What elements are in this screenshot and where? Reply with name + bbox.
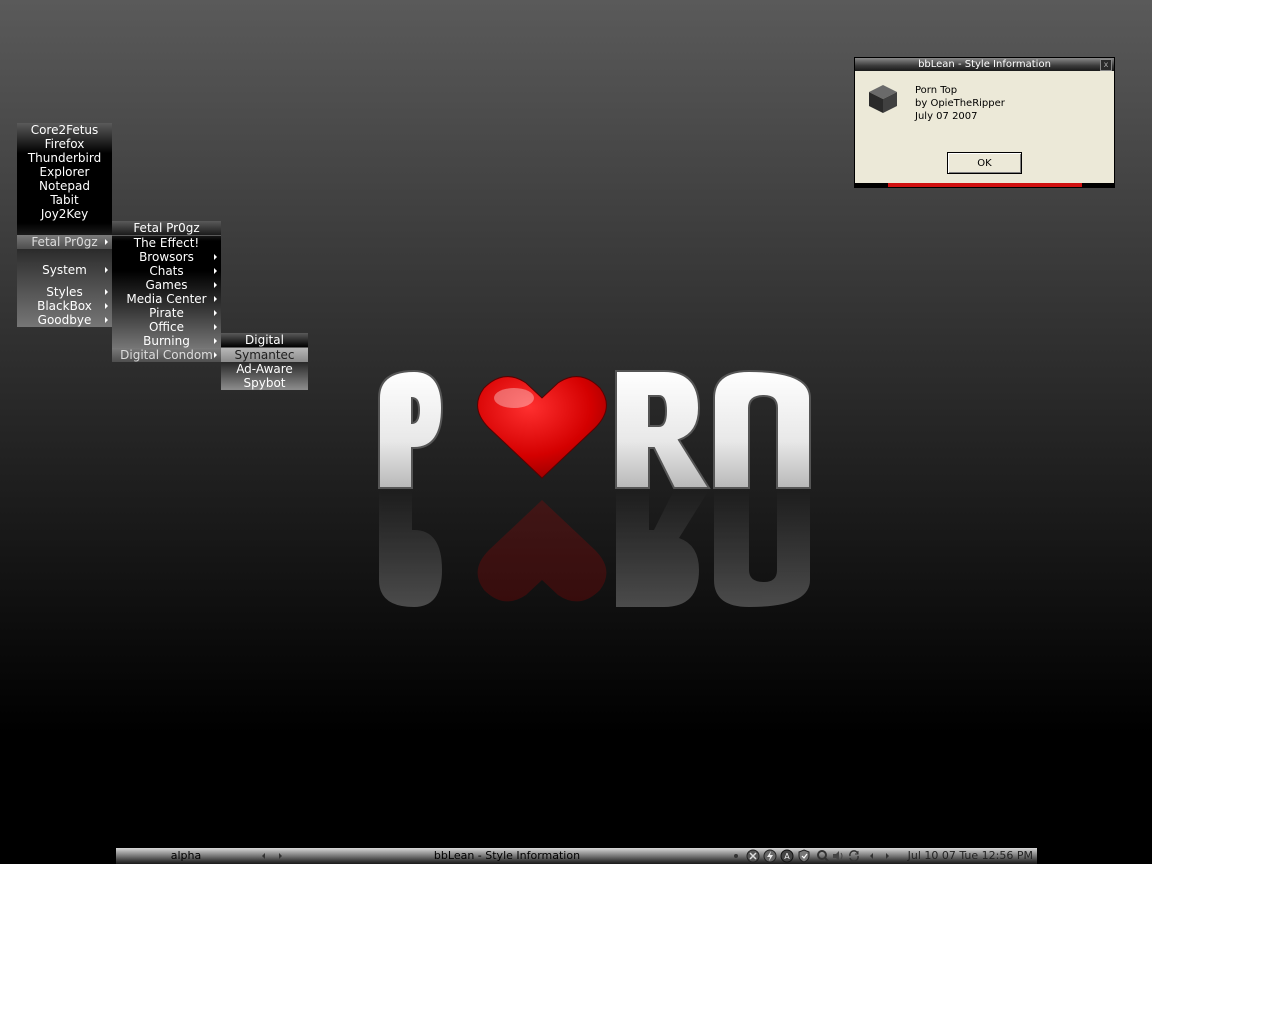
menu-item-label: Digital Condom	[120, 348, 213, 362]
submenu-arrow-icon	[214, 338, 217, 344]
menu-item-digital-condom[interactable]: Digital Condom	[112, 348, 221, 362]
submenu-arrow-icon	[105, 303, 108, 309]
menu-item-joy2key[interactable]: Joy2Key	[17, 207, 112, 221]
menu-item-fetal-progz[interactable]: Fetal Pr0gz	[17, 235, 112, 249]
fetal-progz-submenu: Fetal Pr0gz The Effect! Browsors Chats G…	[112, 221, 221, 362]
menu-item-label: Styles	[46, 285, 83, 299]
logo-letter-r	[615, 370, 711, 489]
blackbox-cube-icon	[869, 85, 897, 113]
submenu-arrow-icon	[105, 267, 108, 273]
dialog-titlebar[interactable]: bbLean - Style Information x	[855, 58, 1114, 71]
workspace-next-icon[interactable]	[279, 853, 282, 859]
menu-item-label: Media Center	[126, 292, 207, 306]
tray-search-icon[interactable]	[816, 849, 830, 863]
wallpaper-logo	[378, 369, 811, 607]
submenu-arrow-icon	[214, 254, 217, 260]
submenu-title: Digital Condom	[221, 333, 308, 361]
menu-item-goodbye[interactable]: Goodbye	[17, 313, 112, 327]
menu-item-symantec[interactable]: Symantec	[221, 348, 308, 362]
style-author: by OpieTheRipper	[915, 98, 1005, 109]
dialog-title: bbLean - Style Information	[918, 59, 1051, 70]
tray-prev-icon[interactable]	[870, 853, 873, 859]
tray-volume-icon[interactable]	[831, 849, 845, 863]
task-button[interactable]: bbLean - Style Information	[286, 848, 728, 864]
submenu-title: Fetal Pr0gz	[112, 221, 221, 236]
menu-item-system[interactable]: System	[17, 263, 112, 277]
root-menu: Core2Fetus Firefox Thunderbird Explorer …	[17, 123, 112, 327]
tray-lightning-icon[interactable]	[763, 849, 777, 863]
menu-item-core2fetus[interactable]: Core2Fetus	[17, 123, 112, 137]
menu-separator	[17, 277, 112, 285]
submenu-arrow-icon	[105, 317, 108, 323]
tray-dot-icon[interactable]	[733, 849, 739, 863]
menu-separator	[17, 221, 112, 235]
style-date: July 07 2007	[915, 111, 978, 122]
taskbar: alpha bbLean - Style Information A Jul 1…	[116, 848, 1037, 864]
desktop: Core2Fetus Firefox Thunderbird Explorer …	[0, 0, 1152, 864]
menu-item-label: Office	[148, 320, 185, 334]
tray-next-icon[interactable]	[886, 853, 889, 859]
ok-button[interactable]: OK	[947, 152, 1022, 174]
menu-item-blackbox[interactable]: BlackBox	[17, 299, 112, 313]
submenu-arrow-icon	[214, 324, 217, 330]
menu-item-chats[interactable]: Chats	[112, 264, 221, 278]
tray-sync-icon[interactable]	[847, 849, 861, 863]
tray-antivirus-icon[interactable]: A	[780, 849, 794, 863]
workspace-prev-icon[interactable]	[262, 853, 265, 859]
svg-text:A: A	[784, 852, 790, 861]
submenu-arrow-icon	[214, 296, 217, 302]
menu-item-label: BlackBox	[37, 299, 92, 313]
submenu-arrow-icon	[105, 289, 108, 295]
menu-item-styles[interactable]: Styles	[17, 285, 112, 299]
tray-shield-icon[interactable]	[797, 849, 811, 863]
menu-item-label: Games	[145, 278, 188, 292]
style-name: Porn Top	[915, 85, 958, 96]
menu-item-label: Goodbye	[37, 313, 92, 327]
menu-item-label: Pirate	[149, 306, 184, 320]
menu-item-tabit[interactable]: Tabit	[17, 193, 112, 207]
menu-item-spybot[interactable]: Spybot	[221, 376, 308, 390]
menu-item-media-center[interactable]: Media Center	[112, 292, 221, 306]
menu-item-label: Chats	[149, 264, 184, 278]
style-info-text: Porn Top by OpieTheRipper July 07 2007	[915, 84, 1005, 123]
clock[interactable]: Jul 10 07 Tue 12:56 PM	[908, 848, 1033, 864]
menu-item-firefox[interactable]: Firefox	[17, 137, 112, 151]
menu-item-label: System	[42, 263, 87, 277]
logo-letter-n	[713, 369, 811, 489]
logo-heart-icon	[477, 376, 607, 479]
submenu-arrow-icon	[214, 310, 217, 316]
menu-item-games[interactable]: Games	[112, 278, 221, 292]
submenu-arrow-icon	[214, 352, 217, 358]
menu-item-explorer[interactable]: Explorer	[17, 165, 112, 179]
submenu-arrow-icon	[214, 282, 217, 288]
menu-item-office[interactable]: Office	[112, 320, 221, 334]
logo-letter-p	[378, 369, 444, 489]
digital-condom-submenu: Digital Condom Symantec Ad-Aware Spybot	[221, 333, 308, 390]
workspace-label[interactable]: alpha	[116, 848, 256, 864]
tray-network-icon[interactable]	[746, 849, 760, 863]
menu-separator	[17, 249, 112, 263]
dialog-status-bar	[855, 183, 1114, 187]
submenu-arrow-icon	[105, 239, 108, 245]
menu-item-label: Burning	[143, 334, 190, 348]
menu-item-thunderbird[interactable]: Thunderbird	[17, 151, 112, 165]
menu-item-browsors[interactable]: Browsors	[112, 250, 221, 264]
menu-item-notepad[interactable]: Notepad	[17, 179, 112, 193]
menu-item-label: Fetal Pr0gz	[31, 235, 98, 249]
menu-item-label: Browsors	[139, 250, 194, 264]
status-bar-accent	[888, 183, 1082, 187]
menu-item-the-effect[interactable]: The Effect!	[112, 236, 221, 250]
menu-item-burning[interactable]: Burning	[112, 334, 221, 348]
close-icon[interactable]: x	[1100, 59, 1112, 71]
submenu-arrow-icon	[214, 268, 217, 274]
style-information-dialog: bbLean - Style Information x Porn Top by…	[854, 57, 1115, 188]
menu-item-ad-aware[interactable]: Ad-Aware	[221, 362, 308, 376]
menu-item-pirate[interactable]: Pirate	[112, 306, 221, 320]
